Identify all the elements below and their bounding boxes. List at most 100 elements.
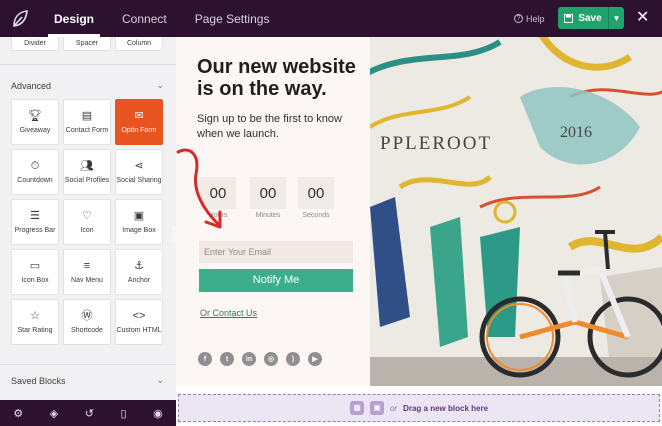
countdown-minutes[interactable]: 00 Minutes xyxy=(250,177,286,219)
block-spacer[interactable]: Spacer xyxy=(63,37,111,51)
block-optin-form[interactable]: ✉ Optin Form xyxy=(115,99,163,145)
rss-icon[interactable]: ) xyxy=(286,352,300,366)
block-shortcode[interactable]: Ⓦ Shortcode xyxy=(63,299,111,345)
anchor-icon: ⚓︎ xyxy=(134,260,144,272)
tab-page-settings[interactable]: Page Settings xyxy=(181,0,284,37)
block-label: Custom HTML xyxy=(116,327,162,334)
block-nav-menu[interactable]: ≡ Nav Menu xyxy=(63,249,111,295)
countdown-value: 00 xyxy=(298,177,334,209)
notify-me-button[interactable]: Notify Me xyxy=(199,269,353,292)
block-label: Star Rating xyxy=(17,327,53,334)
add-section-icon[interactable]: ▦ xyxy=(349,401,364,415)
seedprod-logo-icon[interactable] xyxy=(0,0,40,37)
mobile-icon[interactable]: ▯ xyxy=(120,407,126,420)
section-title: Advanced xyxy=(11,80,52,91)
save-label: Save xyxy=(578,12,602,24)
close-icon[interactable]: ✕ xyxy=(636,8,649,28)
progress-bar-icon: ☰ xyxy=(30,210,40,222)
block-label: Image Box xyxy=(122,227,156,234)
svg-text:2016: 2016 xyxy=(560,124,592,141)
block-label: Icon xyxy=(80,227,94,234)
block-progress-bar[interactable]: ☰ Progress Bar xyxy=(11,199,59,245)
add-template-icon[interactable]: ▣ xyxy=(369,401,384,415)
block-label: Shortcode xyxy=(71,327,103,334)
dropzone-label: Drag a new block here xyxy=(403,403,489,413)
divider xyxy=(0,364,176,365)
block-image-box[interactable]: ▣ Image Box xyxy=(115,199,163,245)
envelope-icon: ✉ xyxy=(134,110,144,122)
facebook-icon[interactable]: f xyxy=(198,352,212,366)
block-social-sharing[interactable]: ⋖ Social Sharing xyxy=(115,149,163,195)
countdown-seconds[interactable]: 00 Seconds xyxy=(298,177,334,219)
linkedin-icon[interactable]: in xyxy=(242,352,256,366)
icon-box-icon: ▭ xyxy=(29,260,41,272)
block-icon[interactable]: ♡ Icon xyxy=(63,199,111,245)
divider xyxy=(0,64,176,65)
add-block-dropzone[interactable]: ▦ ▣ or Drag a new block here xyxy=(178,394,660,422)
block-anchor[interactable]: ⚓︎ Anchor xyxy=(115,249,163,295)
heart-icon: ♡ xyxy=(82,210,92,222)
trophy-icon: 🏆︎ xyxy=(28,110,42,122)
sidebar: Divider Spacer Column Advanced ⌄ 🏆︎ Give… xyxy=(0,37,176,400)
hero-image[interactable]: PPLEROOT 2016 xyxy=(370,37,662,386)
block-label: Giveaway xyxy=(19,127,51,134)
youtube-icon[interactable]: ▶ xyxy=(308,352,322,366)
block-custom-html[interactable]: <> Custom HTML xyxy=(115,299,163,345)
users-icon: 👥︎ xyxy=(80,160,94,172)
help-link[interactable]: ? Help xyxy=(514,0,545,37)
block-label: Progress Bar xyxy=(14,227,56,234)
countdown-unit: Seconds xyxy=(302,212,330,219)
stopwatch-icon: ⏱ xyxy=(30,160,40,172)
block-label: Anchor xyxy=(127,277,151,284)
annotation-arrow-icon xyxy=(176,148,222,229)
block-social-profiles[interactable]: 👥︎ Social Profiles xyxy=(63,149,111,195)
block-label: Social Profiles xyxy=(64,177,110,184)
block-label: Social Sharing xyxy=(116,177,162,184)
top-bar: Design Connect Page Settings ? Help Save… xyxy=(0,0,662,37)
eye-icon[interactable]: ◉ xyxy=(153,407,163,420)
contact-us-link[interactable]: Or Contact Us xyxy=(200,308,257,318)
advanced-section-header[interactable]: Advanced ⌄ xyxy=(11,80,164,91)
block-label: Column xyxy=(126,40,152,47)
contact-form-icon: ▤ xyxy=(81,110,93,122)
save-options-chevron-icon[interactable]: ▼ xyxy=(608,7,624,29)
help-label: Help xyxy=(526,13,545,24)
wordpress-icon: Ⓦ xyxy=(81,310,93,322)
block-countdown[interactable]: ⏱ Countdown xyxy=(11,149,59,195)
history-icon[interactable]: ↺ xyxy=(85,407,94,420)
tab-connect[interactable]: Connect xyxy=(108,0,181,37)
instagram-icon[interactable]: ◎ xyxy=(264,352,278,366)
star-icon: ☆ xyxy=(30,310,40,322)
block-label: Spacer xyxy=(75,40,99,47)
code-icon: <> xyxy=(132,310,146,322)
block-giveaway[interactable]: 🏆︎ Giveaway xyxy=(11,99,59,145)
block-divider[interactable]: Divider xyxy=(11,37,59,51)
advanced-blocks-grid: 🏆︎ Giveaway ▤ Contact Form ✉ Optin Form … xyxy=(11,99,163,345)
block-icon-box[interactable]: ▭ Icon Box xyxy=(11,249,59,295)
dropzone-or: or xyxy=(389,403,398,413)
gear-icon[interactable]: ⚙ xyxy=(13,407,23,420)
page-subtext[interactable]: Sign up to be the first to know when we … xyxy=(197,112,362,142)
chevron-down-icon: ⌄ xyxy=(156,375,164,385)
tab-design[interactable]: Design xyxy=(40,0,108,37)
block-star-rating[interactable]: ☆ Star Rating xyxy=(11,299,59,345)
section-title: Saved Blocks xyxy=(11,375,66,386)
block-label: Nav Menu xyxy=(71,277,103,284)
bottom-toolbar: ⚙ ◈ ↺ ▯ ◉ xyxy=(0,400,176,426)
save-button[interactable]: Save xyxy=(558,13,608,24)
help-icon: ? xyxy=(514,14,523,23)
block-contact-form[interactable]: ▤ Contact Form xyxy=(63,99,111,145)
chevron-down-icon: ⌄ xyxy=(156,80,164,90)
basic-blocks-row: Divider Spacer Column xyxy=(11,37,163,51)
save-button-group: Save ▼ xyxy=(558,7,624,29)
countdown-value: 00 xyxy=(250,177,286,209)
layers-icon[interactable]: ◈ xyxy=(50,407,58,420)
saved-blocks-section-header[interactable]: Saved Blocks ⌄ xyxy=(11,375,164,386)
twitter-icon[interactable]: t xyxy=(220,352,234,366)
share-icon: ⋖ xyxy=(134,160,144,172)
email-field[interactable]: Enter Your Email xyxy=(199,241,353,263)
block-label: Countdown xyxy=(17,177,53,184)
block-column[interactable]: Column xyxy=(115,37,163,51)
page-headline[interactable]: Our new website is on the way. xyxy=(197,56,367,100)
menu-icon: ≡ xyxy=(83,260,91,272)
